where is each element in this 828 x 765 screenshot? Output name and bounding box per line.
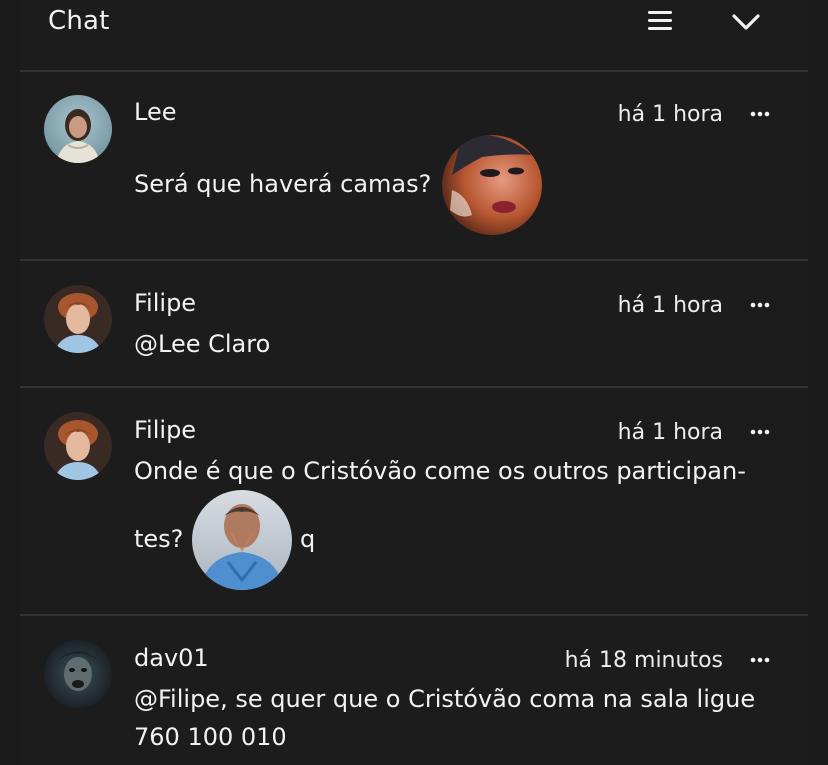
more-options-button[interactable] [748, 297, 772, 313]
chat-message: Filipe há 1 hora Onde é que o Cristóvão … [20, 388, 808, 614]
sticker-image[interactable] [442, 135, 542, 235]
ellipsis-icon [750, 111, 770, 117]
message-text-suffix: q [300, 525, 316, 553]
message-text-line: tes? [134, 525, 184, 553]
chat-header: Chat [20, 0, 808, 72]
ellipsis-icon [750, 302, 770, 308]
message-timestamp: há 1 hora [617, 420, 723, 445]
message-text: Será que haverá camas? [134, 170, 432, 198]
avatar[interactable] [44, 95, 112, 163]
chat-message: Filipe há 1 hora @Lee Claro [20, 261, 808, 387]
message-text-line: 760 100 010 [134, 723, 287, 751]
ellipsis-icon [750, 657, 770, 663]
message-author[interactable]: Filipe [134, 416, 196, 444]
ellipsis-icon [750, 429, 770, 435]
chat-message: dav01 há 18 minutos @Filipe, se quer que… [20, 616, 808, 765]
message-author[interactable]: Lee [134, 98, 176, 126]
message-timestamp: há 18 minutos [564, 648, 723, 673]
message-text-line: Onde é que o Cristóvão come os outros pa… [134, 457, 746, 485]
chat-title: Chat [48, 6, 110, 36]
message-author[interactable]: dav01 [134, 644, 209, 672]
chevron-down-icon [732, 14, 760, 30]
message-text-line: @Filipe, se quer que o Cristóvão coma na… [134, 685, 756, 713]
avatar[interactable] [44, 285, 112, 353]
chat-panel: Chat Lee há 1 hora Será que haverá camas… [20, 0, 808, 765]
message-timestamp: há 1 hora [617, 102, 723, 127]
message-text: @Lee Claro [134, 330, 271, 358]
menu-button[interactable] [644, 6, 676, 38]
chat-message: Lee há 1 hora Será que haverá camas? [20, 70, 808, 260]
message-author[interactable]: Filipe [134, 289, 196, 317]
collapse-button[interactable] [730, 6, 762, 38]
avatar[interactable] [44, 640, 112, 708]
sticker-image[interactable] [192, 490, 292, 590]
more-options-button[interactable] [748, 652, 772, 668]
more-options-button[interactable] [748, 424, 772, 440]
message-timestamp: há 1 hora [617, 293, 723, 318]
more-options-button[interactable] [748, 106, 772, 122]
avatar[interactable] [44, 412, 112, 480]
hamburger-icon [648, 11, 672, 30]
